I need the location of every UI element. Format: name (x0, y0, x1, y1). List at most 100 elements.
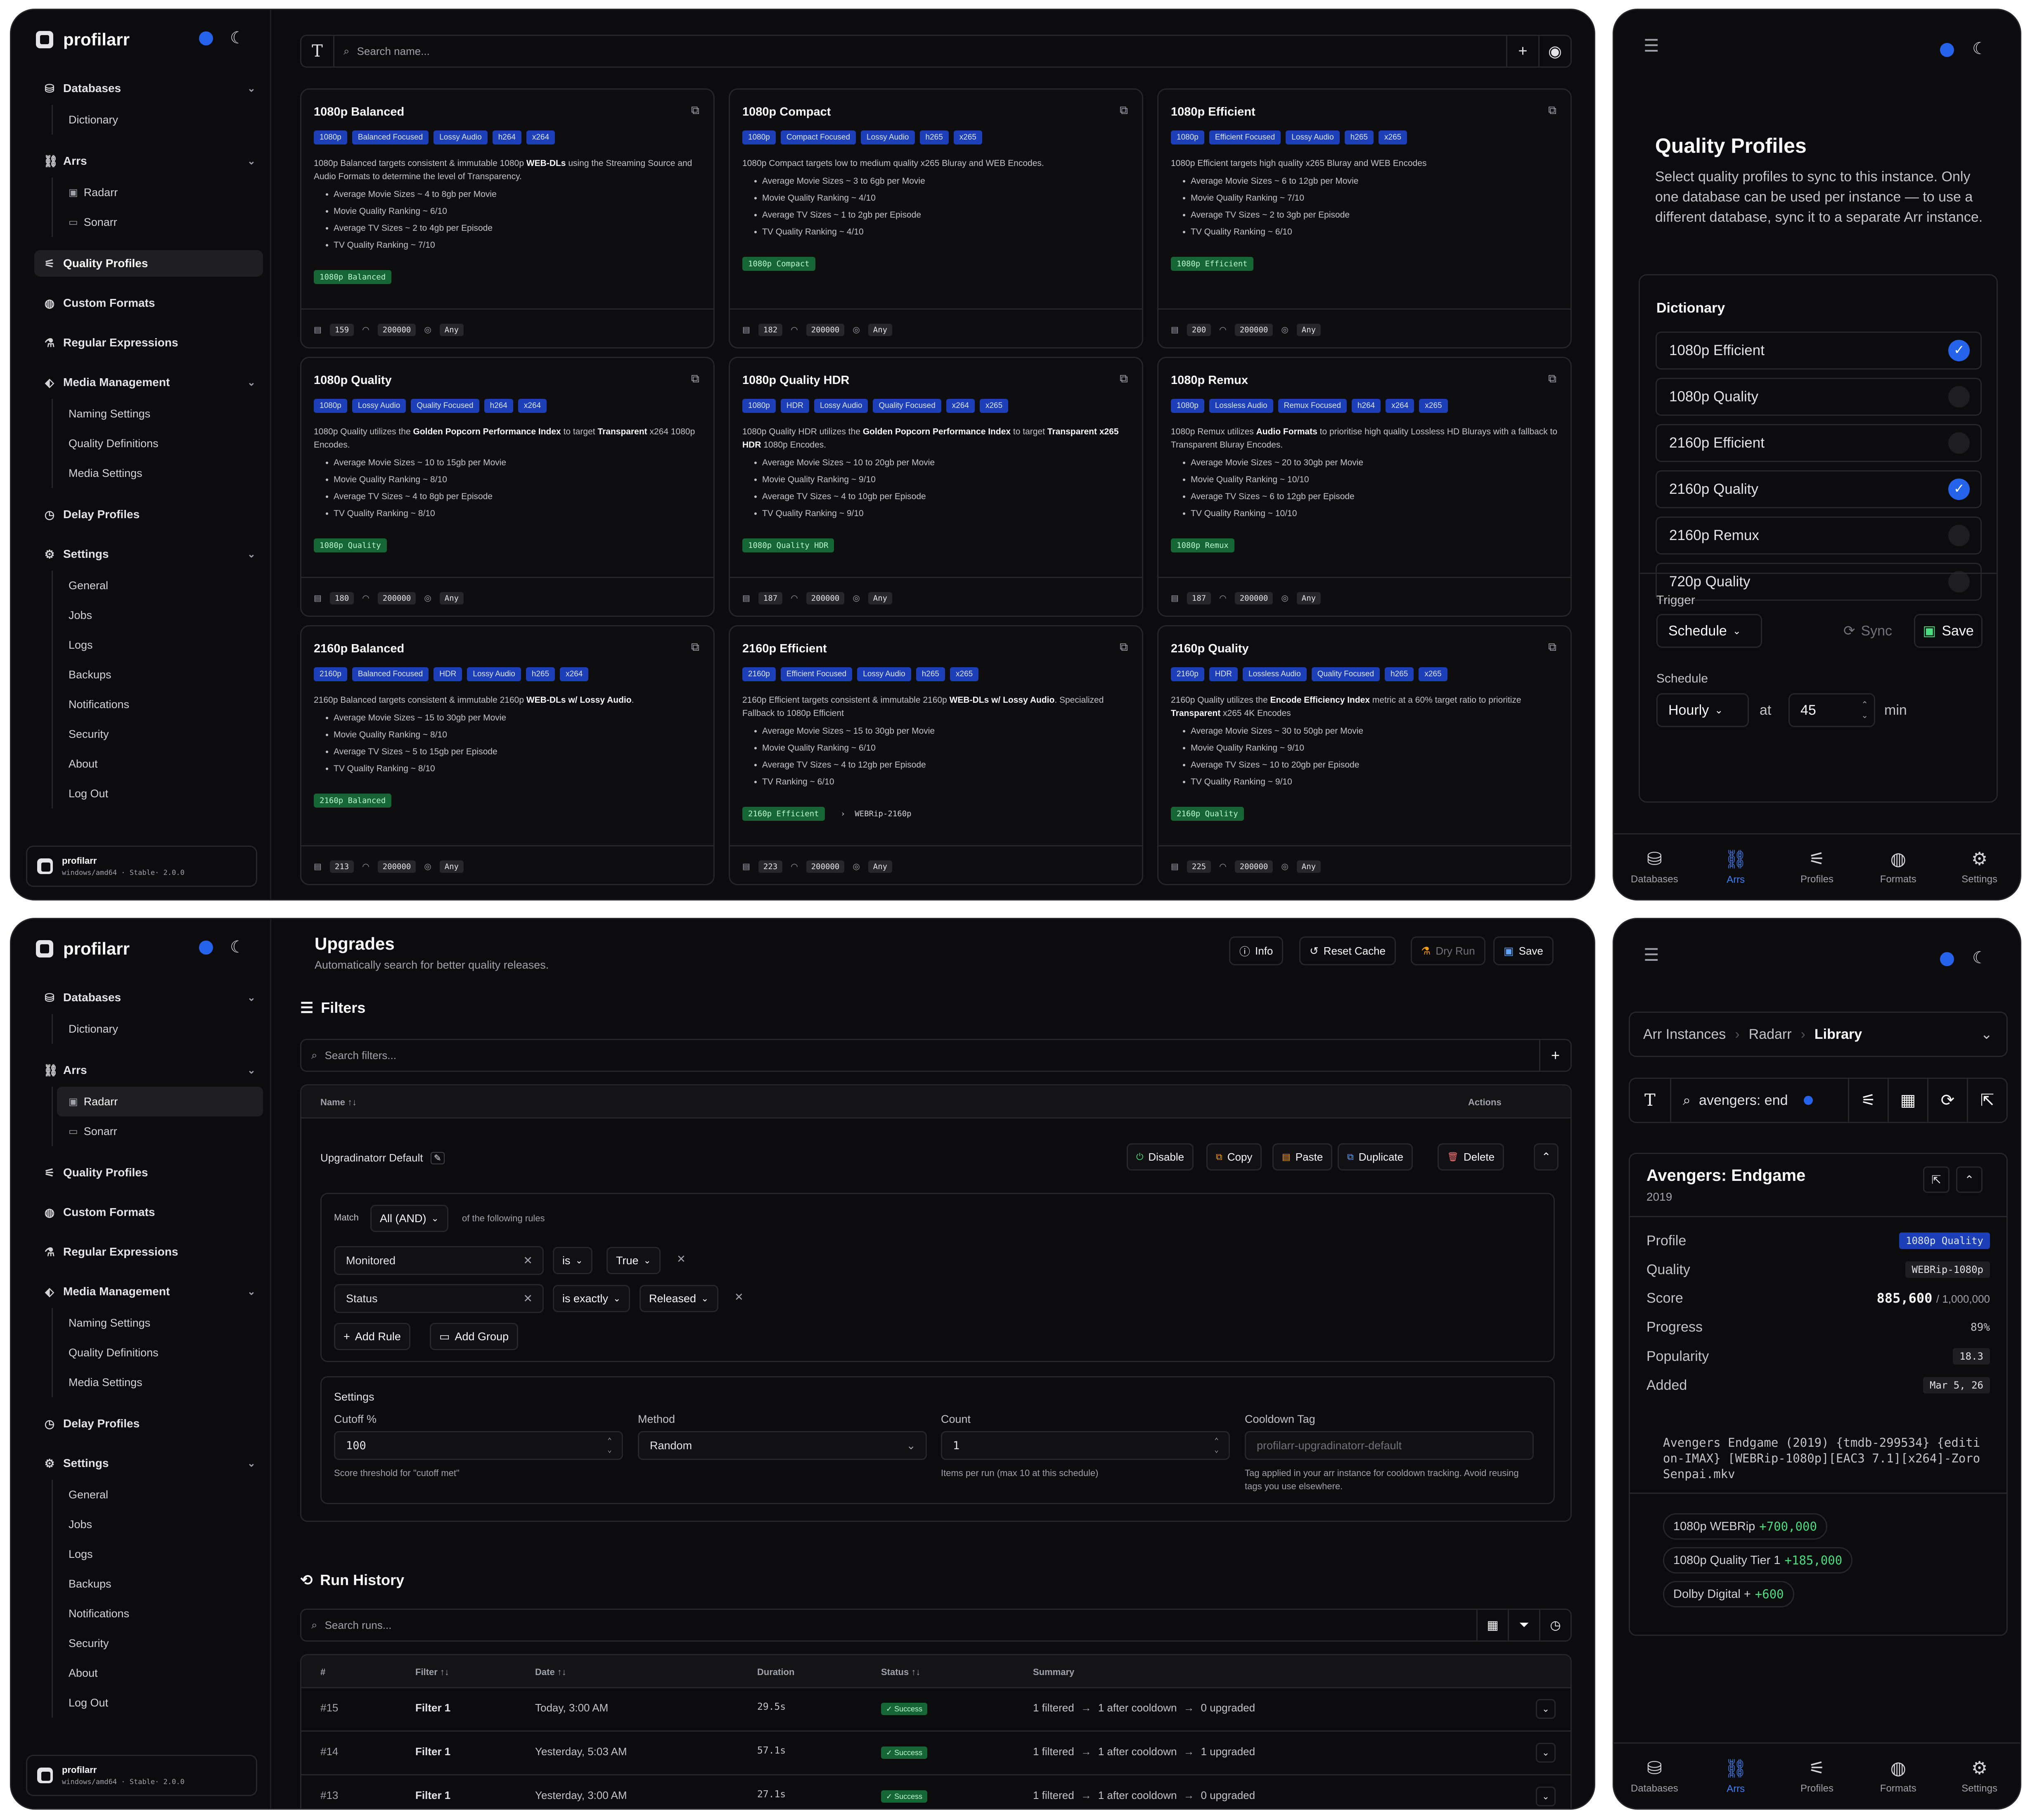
menu-icon[interactable]: ☰ (1644, 945, 1659, 965)
crumb-arr-instances[interactable]: Arr Instances (1643, 1026, 1726, 1043)
sidebar-item-logs[interactable]: Logs (57, 1539, 263, 1569)
sidebar-item-regular-expressions[interactable]: ⚗ Regular Expressions (34, 1239, 263, 1265)
sidebar-item-log-out[interactable]: Log Out (57, 1688, 263, 1718)
copy-icon[interactable]: ⧉ (691, 104, 699, 117)
crumb-radarr[interactable]: Radarr (1749, 1026, 1792, 1043)
filters-search-input[interactable]: ⌕ Search filters... + (300, 1039, 1572, 1072)
copy-icon[interactable]: ⧉ (1120, 640, 1128, 654)
bottom-nav-arrs[interactable]: ⛓ Arrs (1695, 834, 1777, 899)
rule-value-select[interactable]: True ⌄ (606, 1247, 661, 1274)
bottom-nav-databases[interactable]: ⛁ Databases (1614, 834, 1695, 899)
add-group-button[interactable]: ▭ Add Group (430, 1323, 519, 1350)
sidebar-item-backups[interactable]: Backups (57, 660, 263, 690)
profile-option-2160p-remux[interactable]: 2160p Remux (1656, 517, 1982, 555)
sidebar-item-databases[interactable]: ⛁ Databases ⌄ (34, 984, 263, 1011)
name-column-header[interactable]: Name ↑↓ (320, 1097, 357, 1108)
sidebar-item-custom-formats[interactable]: ◍ Custom Formats (34, 290, 263, 316)
bottom-nav-formats[interactable]: ◍ Formats (1857, 834, 1939, 899)
profile-card[interactable]: 1080p Balanced ⧉ 1080p Balanced Focused Lo… (300, 88, 715, 348)
paste-button[interactable]: ▤ Paste (1272, 1143, 1333, 1171)
sidebar-item-quality-profiles[interactable]: ⚟ Quality Profiles (34, 1159, 263, 1186)
sidebar-item-arrs[interactable]: ⛓ Arrs ⌄ (34, 148, 263, 174)
rule-field-select[interactable]: Monitored ✕ (334, 1246, 544, 1275)
profile-option-720p-quality[interactable]: 720p Quality (1656, 563, 1982, 601)
sidebar-item-security[interactable]: Security (57, 719, 263, 749)
sidebar-item-quality-definitions[interactable]: Quality Definitions (57, 429, 263, 458)
count-input[interactable]: 1 ⌃ ⌄ (941, 1431, 1230, 1460)
reset-cache-button[interactable]: ↺ Reset Cache (1299, 936, 1396, 965)
profile-option-2160p-quality[interactable]: 2160p Quality (1656, 470, 1982, 508)
search-input[interactable]: ⌕ Search name... (334, 45, 1506, 58)
sidebar-item-sonarr[interactable]: ▭ Sonarr (57, 207, 263, 237)
cooldown-input[interactable]: profilarr-upgradinatorr-default (1245, 1431, 1534, 1460)
duplicate-button[interactable]: ⧉ Duplicate (1338, 1143, 1413, 1171)
calendar-button[interactable]: ▦ (1476, 1610, 1508, 1640)
grid-icon[interactable]: ▦ (1888, 1079, 1927, 1122)
sidebar-item-settings[interactable]: ⚙ Settings ⌄ (34, 541, 263, 567)
sidebar-item-logs[interactable]: Logs (57, 630, 263, 660)
runs-search-input[interactable]: ⌕ Search runs... ▦ ⏷ ◷ (300, 1609, 1572, 1642)
sidebar-item-media-settings[interactable]: Media Settings (57, 458, 263, 488)
stepper-icon[interactable]: ⌃ ⌄ (1861, 699, 1868, 721)
copy-icon[interactable]: ⧉ (1120, 372, 1128, 386)
sidebar-item-regular-expressions[interactable]: ⚗ Regular Expressions (34, 329, 263, 356)
profile-card[interactable]: 1080p Remux ⧉ 1080p Lossless Audio Remux F… (1157, 357, 1572, 617)
add-profile-button[interactable]: + (1506, 36, 1538, 66)
match-select[interactable]: All (AND) ⌄ (370, 1205, 448, 1232)
dry-run-button[interactable]: ⚗ Dry Run (1411, 936, 1485, 965)
sidebar-item-security[interactable]: Security (57, 1628, 263, 1658)
filters-icon[interactable]: ⚟ (1848, 1079, 1888, 1122)
collapse-row-button[interactable]: ⌃ (1534, 1143, 1559, 1171)
profile-card[interactable]: 2160p Balanced ⧉ 2160p Balanced Focused HD… (300, 625, 715, 885)
rule-field-select[interactable]: Status ✕ (334, 1284, 544, 1313)
sidebar-item-naming-settings[interactable]: Naming Settings (57, 1308, 263, 1338)
method-select[interactable]: Random ⌄ (638, 1431, 927, 1460)
sidebar-item-databases[interactable]: ⛁ Databases ⌄ (34, 75, 263, 102)
bottom-nav-profiles[interactable]: ⚟ Profiles (1777, 834, 1858, 899)
minute-input[interactable]: 45 ⌃ ⌄ (1788, 693, 1875, 727)
trigger-select[interactable]: Schedule ⌄ (1656, 614, 1762, 648)
profile-card[interactable]: 1080p Quality ⧉ 1080p Lossy Audio Quality … (300, 357, 715, 617)
theme-toggle-icon[interactable]: ☾ (230, 939, 245, 955)
sidebar-item-about[interactable]: About (57, 1658, 263, 1688)
sidebar-item-general[interactable]: General (57, 1480, 263, 1510)
sidebar-item-notifications[interactable]: Notifications (57, 1599, 263, 1628)
save-button[interactable]: ▣ Save (1914, 614, 1983, 648)
copy-icon[interactable]: ⧉ (691, 640, 699, 654)
unchecked-icon[interactable] (1948, 386, 1970, 408)
profile-card[interactable]: 1080p Quality HDR ⧉ 1080p HDR Lossy Audio Q… (729, 357, 1143, 617)
open-external-button[interactable]: ⇱ (1923, 1166, 1949, 1193)
sidebar-item-radarr[interactable]: ▣ Radarr (57, 1087, 263, 1116)
date-column-header[interactable]: Date ↑↓ (535, 1667, 566, 1678)
collapse-button[interactable]: ⌃ (1956, 1166, 1983, 1193)
checked-icon[interactable] (1948, 479, 1970, 500)
expand-row-button[interactable]: ⌄ (1536, 1743, 1556, 1763)
delete-button[interactable]: 🗑 Delete (1438, 1143, 1504, 1171)
rule-operator-select[interactable]: is exactly ⌄ (553, 1285, 630, 1312)
copy-button[interactable]: ⧉ Copy (1206, 1143, 1262, 1171)
filter-column-header[interactable]: Filter ↑↓ (415, 1667, 449, 1678)
refresh-icon[interactable]: ⟳ (1927, 1079, 1967, 1122)
sidebar-item-jobs[interactable]: Jobs (57, 1510, 263, 1539)
unchecked-icon[interactable] (1948, 525, 1970, 546)
text-view-toggle-icon[interactable]: T (1630, 1079, 1671, 1122)
sidebar-item-radarr[interactable]: ▣ Radarr (57, 178, 263, 207)
sidebar-item-media-management[interactable]: ⬖ Media Management ⌄ (34, 1278, 263, 1305)
sidebar-item-quality-profiles[interactable]: ⚟ Quality Profiles (34, 250, 263, 277)
sidebar-item-media-management[interactable]: ⬖ Media Management ⌄ (34, 369, 263, 396)
checked-icon[interactable] (1948, 340, 1970, 361)
sidebar-item-backups[interactable]: Backups (57, 1569, 263, 1599)
breadcrumb[interactable]: Arr Instances › Radarr › Library ⌄ (1629, 1012, 2008, 1057)
cutoff-input[interactable]: 100 ⌃ ⌄ (334, 1431, 623, 1460)
profile-card[interactable]: 1080p Efficient ⧉ 1080p Efficient Focused… (1157, 88, 1572, 348)
sidebar-item-custom-formats[interactable]: ◍ Custom Formats (34, 1199, 263, 1225)
stepper-icon[interactable]: ⌃ ⌄ (1214, 1436, 1219, 1455)
status-column-header[interactable]: Status ↑↓ (881, 1667, 920, 1678)
sidebar-item-sonarr[interactable]: ▭ Sonarr (57, 1116, 263, 1146)
profile-card[interactable]: 1080p Compact ⧉ 1080p Compact Focused Loss… (729, 88, 1143, 348)
remove-rule-icon[interactable]: ✕ (734, 1291, 744, 1303)
copy-icon[interactable]: ⧉ (1548, 372, 1556, 386)
library-search-input[interactable]: ⌕ avengers: end (1671, 1079, 1848, 1122)
disable-button[interactable]: ⏻ Disable (1127, 1143, 1194, 1171)
external-link-icon[interactable]: ⇱ (1967, 1079, 2006, 1122)
